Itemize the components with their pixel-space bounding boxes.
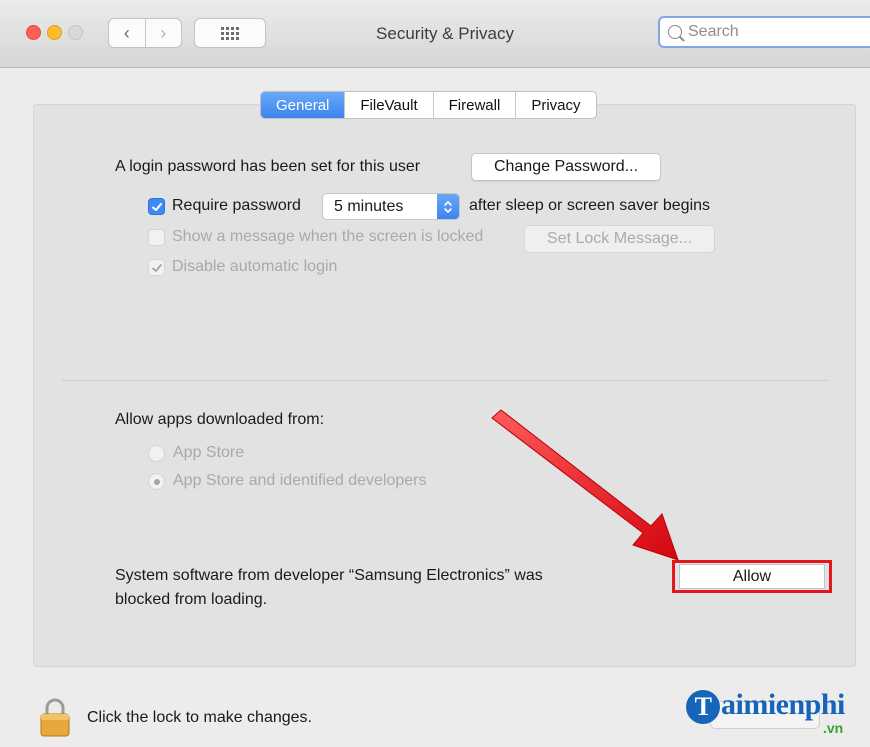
- allow-button[interactable]: Allow: [679, 564, 825, 589]
- set-lock-message-button[interactable]: Set Lock Message...: [524, 225, 715, 253]
- checkmark-icon: [151, 202, 162, 211]
- radio-identified-developers-label: App Store and identified developers: [173, 472, 427, 489]
- navigation-buttons: ‹ ›: [108, 18, 182, 48]
- zoom-icon[interactable]: [68, 25, 83, 40]
- security-privacy-window: ‹ › Security & Privacy General FileVault…: [0, 0, 870, 747]
- radio-app-store-label: App Store: [173, 444, 245, 461]
- blocked-software-text-line2: blocked from loading.: [115, 591, 268, 608]
- window-title: Security & Privacy: [376, 24, 514, 43]
- require-password-label: Require password: [172, 197, 301, 214]
- search-field[interactable]: [658, 16, 870, 48]
- lock-icon[interactable]: [39, 697, 71, 739]
- lock-instruction-text: Click the lock to make changes.: [87, 709, 312, 726]
- watermark-suffix: .vn: [823, 720, 844, 736]
- login-password-text: A login password has been set for this u…: [115, 158, 421, 175]
- watermark-logo: Taimienphi: [686, 688, 845, 725]
- require-password-checkbox[interactable]: [148, 198, 165, 215]
- tab-firewall[interactable]: Firewall: [432, 92, 516, 118]
- disable-automatic-login-checkbox[interactable]: [148, 259, 165, 276]
- tab-privacy[interactable]: Privacy: [515, 92, 595, 118]
- forward-button[interactable]: ›: [144, 19, 182, 47]
- show-all-button[interactable]: [194, 18, 266, 48]
- allow-apps-heading: Allow apps downloaded from:: [115, 411, 325, 428]
- show-message-label: Show a message when the screen is locked: [172, 228, 484, 245]
- search-icon: [668, 25, 682, 39]
- show-message-checkbox[interactable]: [148, 229, 165, 246]
- radio-app-store[interactable]: [148, 445, 165, 462]
- close-icon[interactable]: [26, 25, 41, 40]
- search-input[interactable]: [688, 23, 858, 41]
- minimize-icon[interactable]: [47, 25, 62, 40]
- back-button[interactable]: ‹: [109, 19, 145, 47]
- tab-filevault[interactable]: FileVault: [344, 92, 432, 118]
- chevron-right-icon: ›: [160, 22, 167, 43]
- title-bar: ‹ › Security & Privacy: [0, 0, 870, 68]
- radio-selected-dot: [153, 478, 160, 485]
- change-password-button[interactable]: Change Password...: [471, 153, 661, 181]
- radio-identified-developers[interactable]: [148, 473, 165, 490]
- require-password-delay-value: 5 minutes: [334, 197, 404, 215]
- grid-icon: [221, 26, 239, 40]
- stepper-icon: [437, 194, 459, 219]
- tab-general[interactable]: General: [261, 92, 345, 118]
- checkmark-icon: [151, 263, 162, 272]
- chevron-left-icon: ‹: [123, 22, 130, 43]
- tab-bar: General FileVault Firewall Privacy: [260, 91, 597, 119]
- section-divider: [62, 380, 827, 381]
- disable-automatic-login-label: Disable automatic login: [172, 258, 338, 275]
- require-password-suffix: after sleep or screen saver begins: [469, 197, 711, 214]
- require-password-delay-select[interactable]: 5 minutes: [322, 193, 460, 220]
- blocked-software-text-line1: System software from developer “Samsung …: [115, 567, 543, 584]
